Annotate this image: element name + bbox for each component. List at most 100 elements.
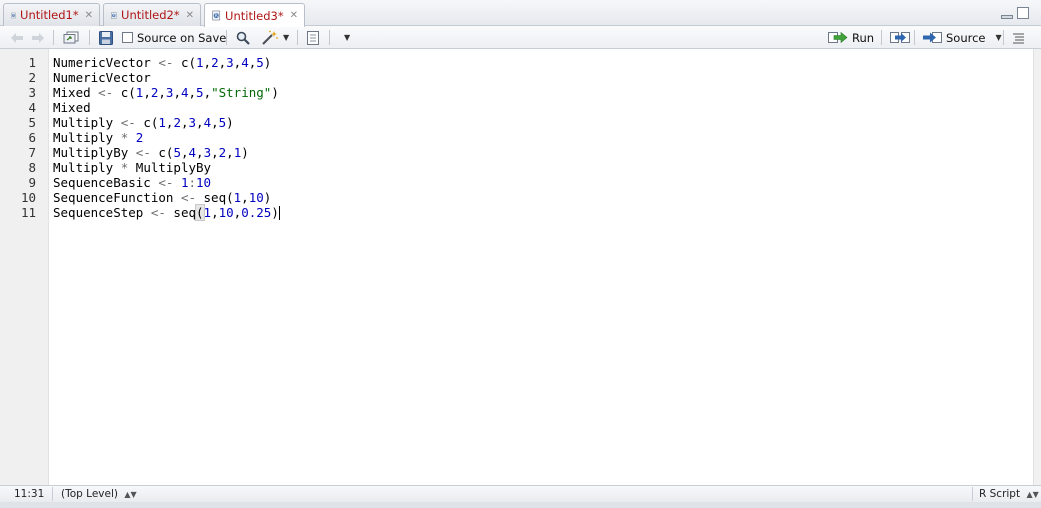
source-icon [923,32,942,43]
text-cursor [278,206,280,220]
code-token: SequenceStep [53,205,151,220]
code-token: c( [173,55,196,70]
compile-notebook-button[interactable] [306,29,320,46]
line-number: 8 [28,160,36,175]
chevron-down-icon[interactable]: ▼ [996,33,1002,42]
code-token: 5 [173,145,181,160]
code-token: , [180,115,189,130]
tab-untitled1[interactable]: R Untitled1* ✕ [3,3,100,26]
svg-text:R: R [215,13,218,19]
file-type-selector[interactable]: R Script ▲▼ [979,488,1039,500]
forward-arrow-icon [32,32,44,43]
code-token: , [203,55,212,70]
code-token: 2 [211,55,219,70]
code-token: , [211,205,219,220]
forward-button[interactable] [31,29,45,46]
code-line[interactable]: SequenceFunction <- seq(1,10) [53,190,271,205]
code-token: seq( [196,190,234,205]
code-token: , [158,85,166,100]
code-token: 0.25 [241,205,272,220]
source-on-save-toggle[interactable]: Source on Save [122,29,226,46]
code-token: 2 [135,130,144,145]
code-token: , [180,145,189,160]
code-token: 10 [218,205,234,220]
line-number: 5 [28,115,36,130]
code-token: Multiply [53,160,121,175]
code-editor[interactable]: NumericVector <- c(1,2,3,4,5) NumericVect… [53,49,1028,485]
save-icon [99,30,113,45]
rerun-button[interactable] [890,29,910,46]
search-icon [236,31,250,45]
r-file-icon: R [111,11,117,19]
code-token: <- [158,55,174,70]
code-token: ) [263,55,272,70]
code-token: , [218,55,227,70]
code-line[interactable]: MultiplyBy <- c(5,4,3,2,1) [53,145,249,160]
pane-window-controls [1001,7,1029,19]
line-number: 1 [28,55,36,70]
code-token: ) [271,85,279,100]
save-button[interactable] [99,29,113,46]
rerun-icon [890,32,910,43]
code-line[interactable]: Multiply <- c(1,2,3,4,5) [53,115,234,130]
code-token: , [143,85,151,100]
close-icon[interactable]: ✕ [290,10,298,21]
code-token: 3 [203,145,212,160]
code-line[interactable]: NumericVector <- c(1,2,3,4,5) [53,55,271,70]
code-token: <- [98,85,114,100]
toolbar-separator [329,30,330,45]
run-button[interactable]: Run [828,29,874,46]
show-in-window-icon [63,31,79,44]
code-token: c( [150,145,174,160]
toolbar-separator [297,30,298,45]
compile-notebook-icon [307,30,319,45]
vertical-scrollbar[interactable] [1033,49,1041,485]
code-token: Multiply [53,130,121,145]
code-token: , [188,85,197,100]
close-icon[interactable]: ✕ [186,10,194,21]
close-icon[interactable]: ✕ [85,10,93,21]
code-line[interactable]: NumericVector [53,70,151,85]
code-line[interactable]: Mixed <- c(1,2,3,4,5,"String") [53,85,279,100]
code-token: <- [158,175,174,190]
code-line[interactable]: Multiply * MultiplyBy [53,160,211,175]
code-line[interactable]: Mixed [53,100,91,115]
code-line[interactable]: Multiply * 2 [53,130,143,145]
code-token: 3 [188,115,197,130]
scope-selector[interactable]: (Top Level) ▲▼ [61,488,137,500]
show-in-new-window-button[interactable] [63,29,79,46]
document-outline-button[interactable] [1012,29,1025,46]
line-number: 7 [28,145,36,160]
code-token: 5 [196,85,204,100]
minimize-icon[interactable] [1001,15,1013,19]
code-token: MultiplyBy [53,145,136,160]
code-token: ) [226,115,234,130]
file-type-label: R Script [979,488,1021,500]
code-token: , [241,190,249,205]
code-token: c( [135,115,159,130]
status-separator [52,487,53,501]
code-token: 1 [158,115,166,130]
code-token: <- [180,190,196,205]
code-line[interactable]: SequenceStep <- seq(1,10,0.25) [53,204,280,221]
maximize-icon[interactable] [1017,7,1029,19]
tab-untitled2[interactable]: R Untitled2* ✕ [103,3,201,26]
code-tools-button[interactable]: ▼ [261,29,289,46]
source-button[interactable]: Source ▼ [922,29,1002,46]
tab-untitled3[interactable]: R Untitled3* ✕ [204,3,305,27]
source-on-save-checkbox[interactable] [122,32,133,43]
code-token: MultiplyBy [128,160,212,175]
toolbar-separator [89,30,90,45]
code-token: SequenceBasic [53,175,159,190]
code-line[interactable]: SequenceBasic <- 1:10 [53,175,211,190]
code-token: SequenceFunction [53,190,181,205]
line-number: 3 [28,85,36,100]
code-token: , [226,145,234,160]
back-button[interactable] [10,29,24,46]
editor-toolbar: Source on Save ▼ ▼ Run Source ▼ [0,26,1041,49]
find-replace-button[interactable] [236,29,250,46]
code-token: NumericVector [53,55,159,70]
more-options-button[interactable]: ▼ [340,29,350,46]
code-token: , [203,85,212,100]
